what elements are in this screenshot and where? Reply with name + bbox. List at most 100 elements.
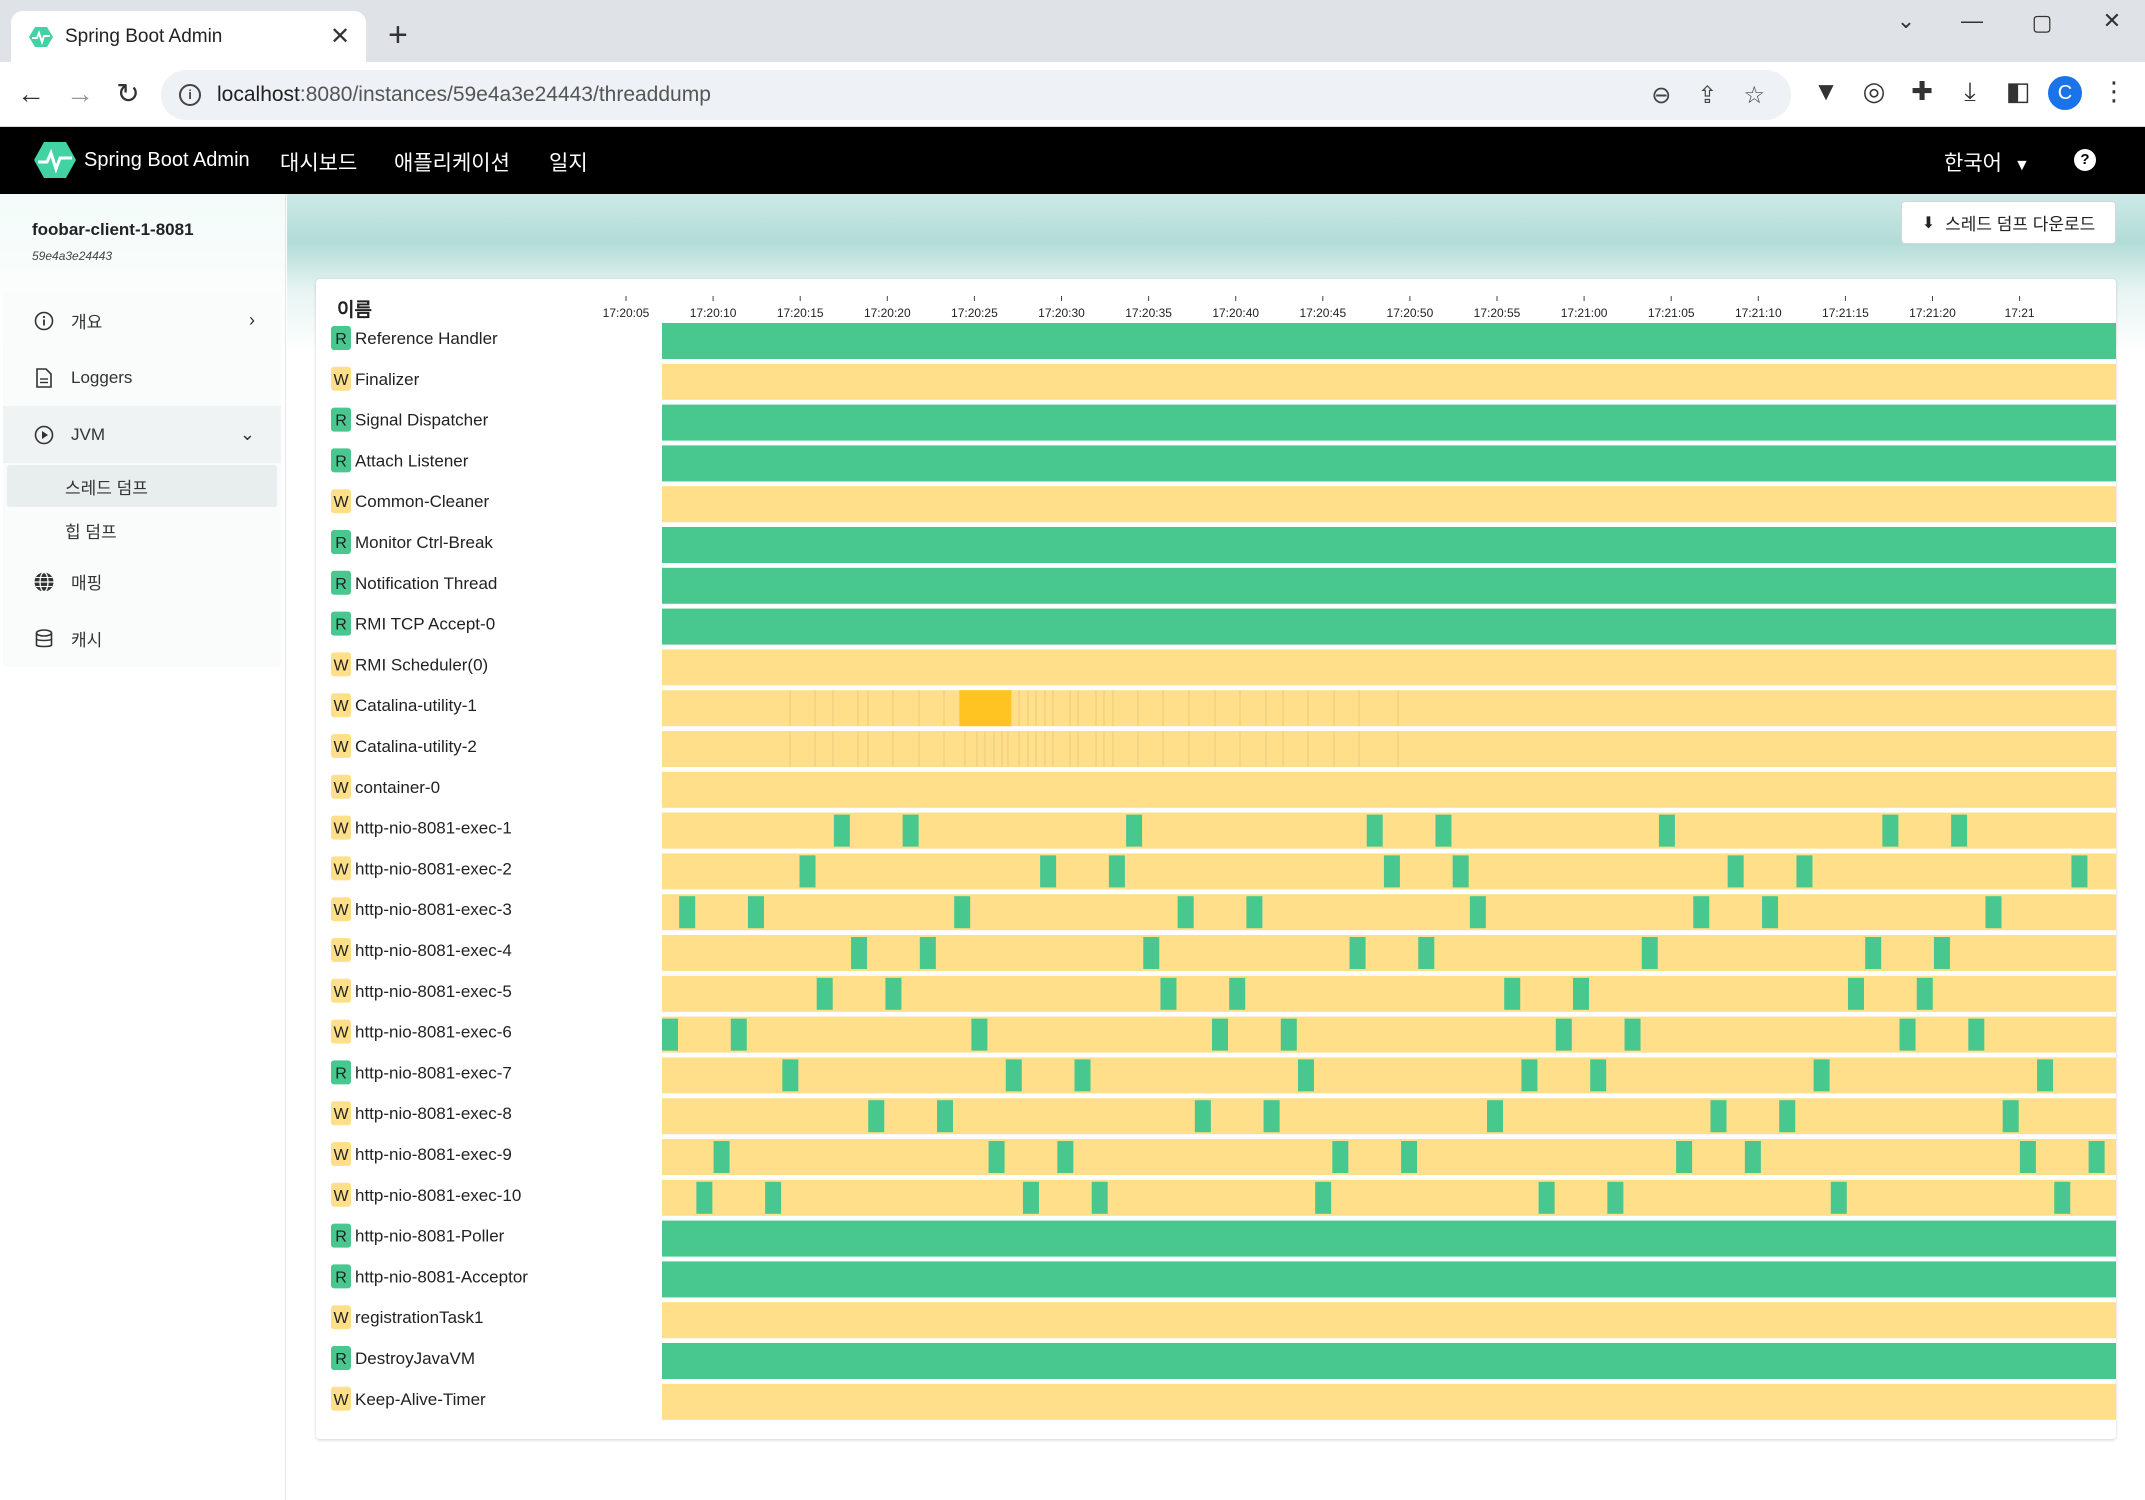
minimize-icon[interactable]: — [1952,8,1992,34]
thread-name: Common-Cleaner [355,492,489,511]
thread-state-letter: R [335,413,347,430]
thread-runnable-segment [1727,855,1744,888]
sidebar-item-loggers[interactable]: Loggers [3,349,281,406]
thread-state-letter: W [333,739,349,756]
browser-tab[interactable]: Spring Boot Admin ✕ [11,11,366,62]
thread-runnable-segment [1933,937,1950,969]
thread-state-bar [662,1016,2116,1053]
thread-runnable-segment [1538,1181,1555,1214]
bookmark-star-icon[interactable]: ☆ [1743,81,1765,110]
sidebar-item-jvm[interactable]: JVM ⌄ [3,406,281,463]
thread-state-letter: W [333,1310,349,1327]
thread-state-letter: W [333,1147,349,1164]
thread-state-letter: R [335,617,347,634]
thread-runnable-segment [1796,855,1813,888]
maximize-icon[interactable]: ▢ [2022,10,2062,36]
thread-name: Reference Handler [355,329,498,348]
url-text[interactable]: localhost:8080/instances/59e4a3e24443/th… [217,83,1651,107]
info-circle-icon [33,310,55,332]
spring-boot-admin-logo-icon[interactable] [34,141,76,179]
thread-runnable-segment [1022,1181,1039,1214]
thread-runnable-segment [937,1100,954,1133]
time-tick-label: 17:21:15 [1822,306,1869,320]
thread-state-letter: R [335,453,347,470]
nav-journal[interactable]: 일지 [549,147,588,177]
thread-row: Rhttp-nio-8081-Acceptor [331,1261,2116,1298]
thread-state-letter: W [333,943,349,960]
thread-row: W Keep-Alive-Timer [331,1383,2116,1420]
time-tick-label: 17:20:45 [1299,306,1346,320]
thread-runnable-segment [1194,1100,1211,1133]
thread-state-letter: R [335,1065,347,1082]
thread-runnable-segment [1762,896,1779,929]
thread-runnable-segment [1418,937,1435,969]
tab-close-icon[interactable]: ✕ [326,22,354,51]
thread-runnable-segment [988,1141,1005,1173]
forward-icon[interactable]: → [62,77,98,111]
thread-row: Whttp-nio-8081-exec-10 [331,1179,2116,1216]
thread-runnable-segment [1590,1059,1607,1092]
thread-state-letter: W [333,1392,349,1409]
thread-runnable-segment [1641,937,1658,969]
side-panel-icon[interactable]: ◧ [2000,76,2036,107]
thread-name: http-nio-8081-exec-8 [355,1104,512,1123]
thread-row: R DestroyJavaVM [331,1343,2116,1379]
nav-dashboard[interactable]: 대시보드 [280,147,357,177]
download-threaddump-button[interactable]: ⬇ 스레드 덤프 다운로드 [1901,201,2116,244]
site-info-icon[interactable]: i [179,84,201,106]
thread-runnable-segment [1057,1141,1074,1173]
sidebar-subitem-threaddump[interactable]: 스레드 덤프 [7,465,277,507]
sidebar-item-mappings[interactable]: 매핑 [3,553,281,610]
document-icon [33,367,55,389]
sidebar-item-overview[interactable]: 개요 › [3,292,281,349]
window-close-icon[interactable]: ✕ [2092,8,2132,34]
download-button-label: 스레드 덤프 다운로드 [1945,215,2096,234]
nav-applications[interactable]: 애플리케이션 [394,147,510,177]
thread-state-bar [662,1383,2116,1420]
zoom-icon[interactable]: ⊖ [1651,81,1671,110]
address-bar[interactable]: i localhost:8080/instances/59e4a3e24443/… [161,70,1791,120]
reload-icon[interactable]: ↻ [110,77,146,111]
vpn-extension-icon[interactable]: ▼ [1808,76,1844,107]
thread-state-letter: R [335,1269,347,1286]
help-icon[interactable]: ? [2074,149,2096,171]
thread-state-bar [662,608,2116,645]
thread-state-letter: W [333,780,349,797]
profile-avatar[interactable]: C [2048,76,2082,110]
thread-state-letter: R [335,576,347,593]
thread-state-bar [662,894,2116,931]
thread-runnable-segment [1882,814,1899,847]
thread-runnable-segment [1813,1059,1830,1092]
browser-menu-icon[interactable]: ⋮ [2096,76,2132,107]
thread-runnable-segment [2071,855,2088,888]
sidebar-item-label: 개요 [71,313,103,332]
thread-runnable-segment [1280,1018,1297,1051]
chevron-down-icon: ⌄ [239,424,255,444]
thread-name: http-nio-8081-exec-2 [355,859,512,878]
thread-runnable-segment [679,896,696,929]
thread-runnable-segment [1401,1141,1418,1173]
sidebar-item-caches[interactable]: 캐시 [3,610,281,667]
download-icon[interactable]: ⤓ [1952,76,1988,108]
thread-name: Signal Dispatcher [355,411,489,430]
thread-state-letter: W [333,657,349,674]
share-icon[interactable]: ⇪ [1697,81,1717,110]
thread-state-bar [662,771,2116,808]
tab-search-chevron-icon[interactable]: ⌄ [1886,8,1926,34]
extension-icon[interactable]: ◎ [1856,76,1892,107]
thread-runnable-segment [1504,977,1521,1010]
thread-state-letter: R [335,1351,347,1368]
language-selector[interactable]: 한국어 ▼ [1944,147,2030,177]
thread-row: R Attach Listener [331,445,2116,482]
thread-runnable-segment [1040,855,1057,888]
threaddump-card: 이름 17:20:05 17:20:10 17:20:15 17:20:20 17:20… [316,279,2116,1439]
sidebar-subitem-heapdump[interactable]: 힙 덤프 [7,509,277,551]
new-tab-icon[interactable]: + [388,18,408,52]
thread-runnable-segment [1779,1100,1796,1133]
thread-runnable-segment [2088,1141,2105,1173]
time-tick-label: 17:20:30 [1038,306,1085,320]
thread-name: http-nio-8081-exec-4 [355,941,512,960]
extensions-puzzle-icon[interactable]: ✚ [1904,76,1940,107]
back-icon[interactable]: ← [13,77,49,111]
brand-name[interactable]: Spring Boot Admin [84,149,250,172]
